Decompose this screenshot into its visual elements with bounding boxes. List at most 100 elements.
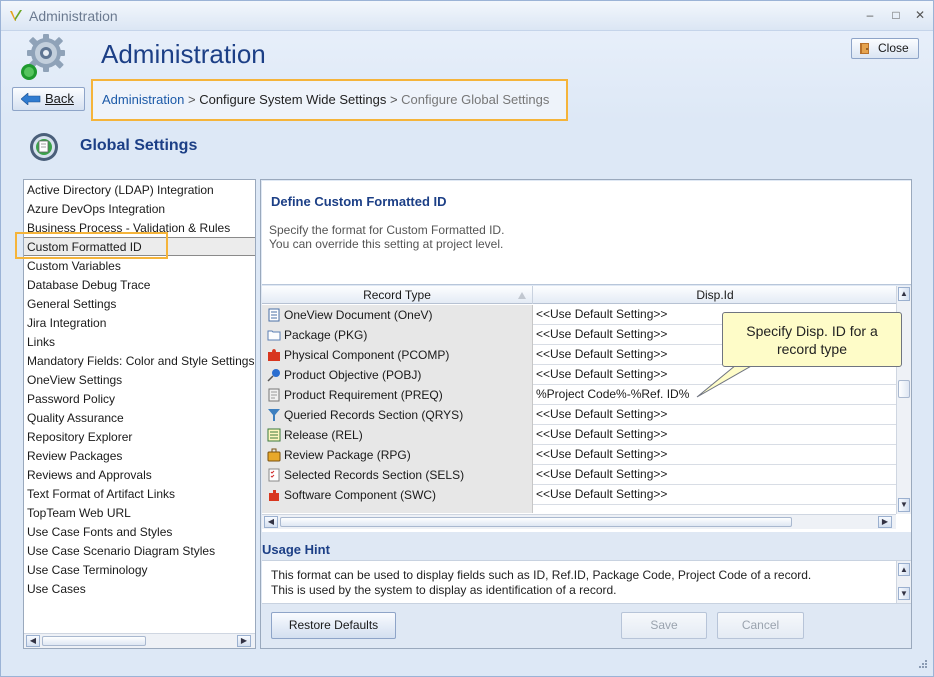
record-type-label: Product Objective (POBJ) — [284, 368, 422, 382]
disp-id-value[interactable]: <<Use Default Setting>> — [536, 465, 667, 485]
disp-id-value[interactable]: <<Use Default Setting>> — [536, 425, 667, 445]
sort-ascending-icon — [518, 292, 526, 299]
list-item[interactable]: Repository Explorer — [27, 428, 132, 447]
close-button[interactable]: Close — [851, 38, 919, 59]
save-button[interactable]: Save — [621, 612, 707, 639]
door-exit-icon — [860, 43, 869, 54]
define-desc-line2: You can override this setting at project… — [269, 237, 504, 251]
list-item[interactable]: Reviews and Approvals — [27, 466, 152, 485]
list-item[interactable]: Password Policy — [27, 390, 115, 409]
usage-hint-box: This format can be used to display field… — [262, 560, 911, 604]
table-row[interactable]: Selected Records Section (SELS) <<Use De… — [262, 465, 896, 485]
callout-line2: record type — [776, 341, 848, 357]
list-item[interactable]: Azure DevOps Integration — [27, 200, 165, 219]
back-arrow-icon — [21, 93, 41, 105]
breadcrumb-system-wide-settings[interactable]: Configure System Wide Settings — [199, 92, 386, 107]
table-row[interactable]: Release (REL) <<Use Default Setting>> — [262, 425, 896, 445]
usage-line1: This format can be used to display field… — [271, 568, 812, 582]
list-item[interactable]: Business Process - Validation & Rules — [27, 219, 230, 238]
list-item[interactable]: Active Directory (LDAP) Integration — [27, 181, 214, 200]
list-icon — [267, 428, 281, 442]
disp-id-value[interactable]: <<Use Default Setting>> — [536, 325, 667, 345]
global-settings-icon — [30, 133, 58, 161]
funnel-icon — [268, 409, 280, 421]
back-button-label: Back — [45, 91, 74, 106]
column-header-disp-id[interactable]: Disp.Id — [534, 286, 896, 304]
list-item[interactable]: Links — [27, 333, 55, 352]
minimize-button[interactable]: – — [861, 7, 879, 23]
scroll-up-arrow-icon[interactable]: ▲ — [898, 287, 910, 301]
breadcrumb-separator: > — [386, 92, 402, 107]
record-type-label: Package (PKG) — [284, 328, 368, 342]
settings-list-panel: Active Directory (LDAP) Integration Azur… — [23, 179, 256, 649]
disp-id-value[interactable]: <<Use Default Setting>> — [536, 405, 667, 425]
usage-hint-text: This format can be used to display field… — [271, 568, 811, 598]
scroll-down-arrow-icon[interactable]: ▼ — [898, 498, 910, 512]
breadcrumb: Administration > Configure System Wide S… — [91, 79, 568, 121]
grid-horizontal-scrollbar[interactable]: ◀ ▶ — [262, 514, 896, 529]
list-item[interactable]: Jira Integration — [27, 314, 106, 333]
scrollbar-thumb[interactable] — [898, 380, 910, 398]
maximize-button[interactable]: □ — [887, 7, 905, 23]
usage-vertical-scrollbar[interactable]: ▲ ▼ — [896, 561, 911, 603]
close-button-label: Close — [878, 41, 909, 55]
usage-line2: This is used by the system to display as… — [271, 583, 617, 597]
scroll-right-arrow-icon[interactable]: ▶ — [878, 516, 892, 528]
list-item[interactable]: Review Packages — [27, 447, 122, 466]
scroll-left-arrow-icon[interactable]: ◀ — [264, 516, 278, 528]
list-item-selected[interactable]: Custom Formatted ID — [24, 237, 255, 256]
list-item[interactable]: Text Format of Artifact Links — [27, 485, 175, 504]
component-icon — [269, 490, 279, 501]
record-type-label: Physical Component (PCOMP) — [284, 348, 450, 362]
table-row[interactable]: Product Requirement (PREQ) %Project Code… — [262, 385, 896, 405]
disp-id-value[interactable]: <<Use Default Setting>> — [536, 365, 667, 385]
list-item[interactable]: Use Case Terminology — [27, 561, 148, 580]
list-item[interactable]: Use Cases — [27, 580, 86, 599]
table-row[interactable]: Software Component (SWC) <<Use Default S… — [262, 485, 896, 505]
grid-header: Record Type Disp.Id — [262, 286, 896, 304]
scroll-left-arrow-icon[interactable]: ◀ — [26, 635, 40, 647]
list-item[interactable]: TopTeam Web URL — [27, 504, 131, 523]
column-header-record-type[interactable]: Record Type — [262, 286, 533, 304]
list-item[interactable]: General Settings — [27, 295, 116, 314]
app-logo-icon — [10, 10, 22, 21]
list-item[interactable]: Use Case Fonts and Styles — [27, 523, 172, 542]
restore-defaults-button[interactable]: Restore Defaults — [271, 612, 396, 639]
list-item[interactable]: Mandatory Fields: Color and Style Settin… — [27, 352, 254, 371]
left-horizontal-scrollbar[interactable]: ◀ ▶ — [24, 633, 255, 648]
table-row[interactable]: Queried Records Section (QRYS) <<Use Def… — [262, 405, 896, 425]
page-title: Administration — [101, 39, 266, 69]
list-item[interactable]: Database Debug Trace — [27, 276, 150, 295]
cancel-button[interactable]: Cancel — [717, 612, 804, 639]
define-desc-line1: Specify the format for Custom Formatted … — [269, 223, 505, 237]
list-item[interactable]: Custom Variables — [27, 257, 121, 276]
settings-list[interactable]: Active Directory (LDAP) Integration Azur… — [24, 180, 255, 632]
scroll-right-arrow-icon[interactable]: ▶ — [237, 635, 251, 647]
disp-id-value[interactable]: <<Use Default Setting>> — [536, 445, 667, 465]
scroll-down-arrow-icon[interactable]: ▼ — [898, 587, 910, 600]
briefcase-icon — [267, 448, 281, 462]
scroll-up-arrow-icon[interactable]: ▲ — [898, 563, 910, 576]
disp-id-value[interactable]: %Project Code%-%Ref. ID% — [536, 385, 689, 405]
section-title: Global Settings — [80, 137, 198, 154]
scrollbar-thumb[interactable] — [280, 517, 792, 527]
disp-id-value[interactable]: <<Use Default Setting>> — [536, 345, 667, 365]
back-button[interactable]: Back — [12, 87, 85, 111]
disp-id-value[interactable]: <<Use Default Setting>> — [536, 485, 667, 505]
breadcrumb-administration-link[interactable]: Administration — [102, 92, 184, 107]
list-item[interactable]: OneView Settings — [27, 371, 122, 390]
list-item[interactable]: Quality Assurance — [27, 409, 124, 428]
disp-id-value[interactable]: <<Use Default Setting>> — [536, 305, 667, 325]
record-type-label: Queried Records Section (QRYS) — [284, 408, 464, 422]
record-type-label: Selected Records Section (SELS) — [284, 468, 465, 482]
table-row[interactable]: Product Objective (POBJ) <<Use Default S… — [262, 365, 896, 385]
resize-grip-icon[interactable] — [916, 659, 928, 671]
scrollbar-thumb[interactable] — [42, 636, 146, 646]
window-close-button[interactable]: ✕ — [911, 7, 929, 23]
list-item[interactable]: Use Case Scenario Diagram Styles — [27, 542, 215, 561]
record-type-label: OneView Document (OneV) — [284, 308, 433, 322]
page-icon — [268, 388, 280, 402]
admin-window: Administration – □ ✕ Administration Clos… — [0, 0, 934, 677]
callout-line1: Specify Disp. ID for a — [746, 323, 878, 339]
table-row[interactable]: Review Package (RPG) <<Use Default Setti… — [262, 445, 896, 465]
